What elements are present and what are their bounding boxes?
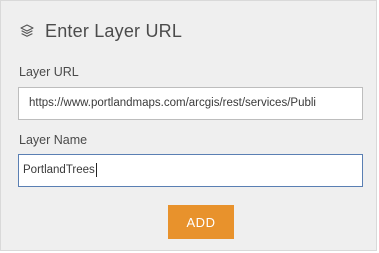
layer-url-input[interactable]: https://www.portlandmaps.com/arcgis/rest… — [18, 87, 363, 120]
layers-icon — [19, 23, 35, 39]
layer-name-value: PortlandTrees — [23, 164, 95, 176]
panel-header: Enter Layer URL — [19, 18, 182, 44]
layer-name-input[interactable]: PortlandTrees — [18, 154, 363, 187]
add-button[interactable]: ADD — [168, 205, 234, 239]
panel-title: Enter Layer URL — [45, 20, 183, 41]
layer-name-label: Layer Name — [19, 133, 88, 147]
layer-url-label: Layer URL — [19, 65, 79, 79]
enter-layer-url-panel: Enter Layer URL Layer URL https://www.po… — [0, 0, 377, 251]
text-cursor — [95, 162, 97, 177]
